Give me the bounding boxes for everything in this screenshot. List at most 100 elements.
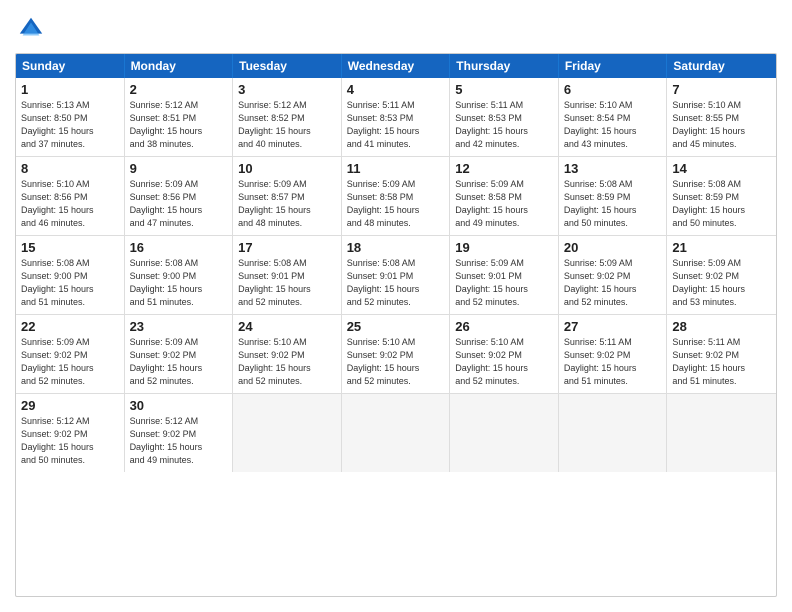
cell-info: Sunrise: 5:09 AM Sunset: 9:02 PM Dayligh…	[672, 257, 771, 309]
cell-info: Sunrise: 5:12 AM Sunset: 9:02 PM Dayligh…	[130, 415, 228, 467]
cell-info: Sunrise: 5:09 AM Sunset: 9:02 PM Dayligh…	[564, 257, 662, 309]
calendar-cell: 5Sunrise: 5:11 AM Sunset: 8:53 PM Daylig…	[450, 78, 559, 156]
cell-info: Sunrise: 5:08 AM Sunset: 9:01 PM Dayligh…	[238, 257, 336, 309]
day-number: 29	[21, 398, 119, 413]
day-number: 23	[130, 319, 228, 334]
header-day: Saturday	[667, 54, 776, 78]
day-number: 11	[347, 161, 445, 176]
cell-info: Sunrise: 5:08 AM Sunset: 9:00 PM Dayligh…	[130, 257, 228, 309]
cell-info: Sunrise: 5:12 AM Sunset: 8:51 PM Dayligh…	[130, 99, 228, 151]
day-number: 16	[130, 240, 228, 255]
calendar-body: 1 Sunrise: 5:13 AM Sunset: 8:50 PM Daylig…	[16, 78, 776, 472]
cell-info: Sunrise: 5:10 AM Sunset: 9:02 PM Dayligh…	[455, 336, 553, 388]
calendar-cell: 6 Sunrise: 5:10 AM Sunset: 8:54 PM Daylig…	[559, 78, 668, 156]
day-number: 2	[130, 82, 228, 97]
logo	[15, 15, 45, 43]
calendar-cell	[667, 394, 776, 472]
calendar-cell: 28 Sunrise: 5:11 AM Sunset: 9:02 PM Dayli…	[667, 315, 776, 393]
logo-icon	[17, 15, 45, 43]
calendar-cell: 17 Sunrise: 5:08 AM Sunset: 9:01 PM Dayli…	[233, 236, 342, 314]
calendar-cell: 30Sunrise: 5:12 AM Sunset: 9:02 PM Dayli…	[125, 394, 234, 472]
cell-info: Sunrise: 5:10 AM Sunset: 8:54 PM Dayligh…	[564, 99, 662, 151]
cell-info: Sunrise: 5:09 AM Sunset: 8:58 PM Dayligh…	[347, 178, 445, 230]
cell-info: Sunrise: 5:09 AM Sunset: 9:01 PM Dayligh…	[455, 257, 553, 309]
cell-info: Sunrise: 5:09 AM Sunset: 9:02 PM Dayligh…	[21, 336, 119, 388]
day-number: 7	[672, 82, 771, 97]
day-number: 6	[564, 82, 662, 97]
calendar-cell: 10 Sunrise: 5:09 AM Sunset: 8:57 PM Dayli…	[233, 157, 342, 235]
header	[15, 15, 777, 43]
calendar-cell	[233, 394, 342, 472]
cell-info: Sunrise: 5:09 AM Sunset: 9:02 PM Dayligh…	[130, 336, 228, 388]
calendar-cell: 2 Sunrise: 5:12 AM Sunset: 8:51 PM Daylig…	[125, 78, 234, 156]
day-number: 17	[238, 240, 336, 255]
header-day: Monday	[125, 54, 234, 78]
calendar-cell	[559, 394, 668, 472]
calendar-week-row: 1 Sunrise: 5:13 AM Sunset: 8:50 PM Daylig…	[16, 78, 776, 157]
header-day: Tuesday	[233, 54, 342, 78]
day-number: 18	[347, 240, 445, 255]
day-number: 21	[672, 240, 771, 255]
cell-info: Sunrise: 5:08 AM Sunset: 8:59 PM Dayligh…	[672, 178, 771, 230]
day-number: 25	[347, 319, 445, 334]
calendar-cell: 7 Sunrise: 5:10 AM Sunset: 8:55 PM Daylig…	[667, 78, 776, 156]
calendar-cell: 26 Sunrise: 5:10 AM Sunset: 9:02 PM Dayli…	[450, 315, 559, 393]
day-number: 8	[21, 161, 119, 176]
day-number: 26	[455, 319, 553, 334]
calendar-cell	[342, 394, 451, 472]
calendar-week-row: 22 Sunrise: 5:09 AM Sunset: 9:02 PM Dayli…	[16, 315, 776, 394]
calendar-cell: 16 Sunrise: 5:08 AM Sunset: 9:00 PM Dayli…	[125, 236, 234, 314]
day-number: 22	[21, 319, 119, 334]
day-number: 5	[455, 82, 553, 97]
calendar-cell: 12 Sunrise: 5:09 AM Sunset: 8:58 PM Dayli…	[450, 157, 559, 235]
cell-info: Sunrise: 5:11 AM Sunset: 8:53 PM Dayligh…	[347, 99, 445, 151]
calendar-cell: 27 Sunrise: 5:11 AM Sunset: 9:02 PM Dayli…	[559, 315, 668, 393]
calendar-week-row: 15Sunrise: 5:08 AM Sunset: 9:00 PM Dayli…	[16, 236, 776, 315]
day-number: 1	[21, 82, 119, 97]
day-number: 24	[238, 319, 336, 334]
calendar-cell: 14Sunrise: 5:08 AM Sunset: 8:59 PM Dayli…	[667, 157, 776, 235]
day-number: 27	[564, 319, 662, 334]
calendar-cell	[450, 394, 559, 472]
calendar-week-row: 29 Sunrise: 5:12 AM Sunset: 9:02 PM Dayli…	[16, 394, 776, 472]
cell-info: Sunrise: 5:09 AM Sunset: 8:56 PM Dayligh…	[130, 178, 228, 230]
calendar-cell: 18 Sunrise: 5:08 AM Sunset: 9:01 PM Dayli…	[342, 236, 451, 314]
day-number: 4	[347, 82, 445, 97]
calendar-cell: 8 Sunrise: 5:10 AM Sunset: 8:56 PM Daylig…	[16, 157, 125, 235]
cell-info: Sunrise: 5:13 AM Sunset: 8:50 PM Dayligh…	[21, 99, 119, 151]
cell-info: Sunrise: 5:10 AM Sunset: 9:02 PM Dayligh…	[238, 336, 336, 388]
cell-info: Sunrise: 5:12 AM Sunset: 9:02 PM Dayligh…	[21, 415, 119, 467]
calendar-cell: 20Sunrise: 5:09 AM Sunset: 9:02 PM Dayli…	[559, 236, 668, 314]
calendar-cell: 29 Sunrise: 5:12 AM Sunset: 9:02 PM Dayli…	[16, 394, 125, 472]
header-day: Friday	[559, 54, 668, 78]
calendar-cell: 3Sunrise: 5:12 AM Sunset: 8:52 PM Daylig…	[233, 78, 342, 156]
calendar-cell: 9 Sunrise: 5:09 AM Sunset: 8:56 PM Daylig…	[125, 157, 234, 235]
calendar-cell: 11 Sunrise: 5:09 AM Sunset: 8:58 PM Dayli…	[342, 157, 451, 235]
cell-info: Sunrise: 5:11 AM Sunset: 9:02 PM Dayligh…	[564, 336, 662, 388]
calendar-cell: 4 Sunrise: 5:11 AM Sunset: 8:53 PM Daylig…	[342, 78, 451, 156]
page: SundayMondayTuesdayWednesdayThursdayFrid…	[0, 0, 792, 612]
header-day: Sunday	[16, 54, 125, 78]
cell-info: Sunrise: 5:09 AM Sunset: 8:58 PM Dayligh…	[455, 178, 553, 230]
cell-info: Sunrise: 5:10 AM Sunset: 8:56 PM Dayligh…	[21, 178, 119, 230]
cell-info: Sunrise: 5:08 AM Sunset: 8:59 PM Dayligh…	[564, 178, 662, 230]
cell-info: Sunrise: 5:09 AM Sunset: 8:57 PM Dayligh…	[238, 178, 336, 230]
calendar-cell: 25 Sunrise: 5:10 AM Sunset: 9:02 PM Dayli…	[342, 315, 451, 393]
calendar-header: SundayMondayTuesdayWednesdayThursdayFrid…	[16, 54, 776, 78]
cell-info: Sunrise: 5:11 AM Sunset: 9:02 PM Dayligh…	[672, 336, 771, 388]
calendar-cell: 21 Sunrise: 5:09 AM Sunset: 9:02 PM Dayli…	[667, 236, 776, 314]
calendar-week-row: 8 Sunrise: 5:10 AM Sunset: 8:56 PM Daylig…	[16, 157, 776, 236]
day-number: 3	[238, 82, 336, 97]
calendar-cell: 13 Sunrise: 5:08 AM Sunset: 8:59 PM Dayli…	[559, 157, 668, 235]
day-number: 13	[564, 161, 662, 176]
cell-info: Sunrise: 5:08 AM Sunset: 9:01 PM Dayligh…	[347, 257, 445, 309]
day-number: 28	[672, 319, 771, 334]
calendar: SundayMondayTuesdayWednesdayThursdayFrid…	[15, 53, 777, 597]
cell-info: Sunrise: 5:10 AM Sunset: 8:55 PM Dayligh…	[672, 99, 771, 151]
day-number: 12	[455, 161, 553, 176]
day-number: 9	[130, 161, 228, 176]
calendar-cell: 19Sunrise: 5:09 AM Sunset: 9:01 PM Dayli…	[450, 236, 559, 314]
day-number: 10	[238, 161, 336, 176]
cell-info: Sunrise: 5:10 AM Sunset: 9:02 PM Dayligh…	[347, 336, 445, 388]
calendar-cell: 1 Sunrise: 5:13 AM Sunset: 8:50 PM Daylig…	[16, 78, 125, 156]
